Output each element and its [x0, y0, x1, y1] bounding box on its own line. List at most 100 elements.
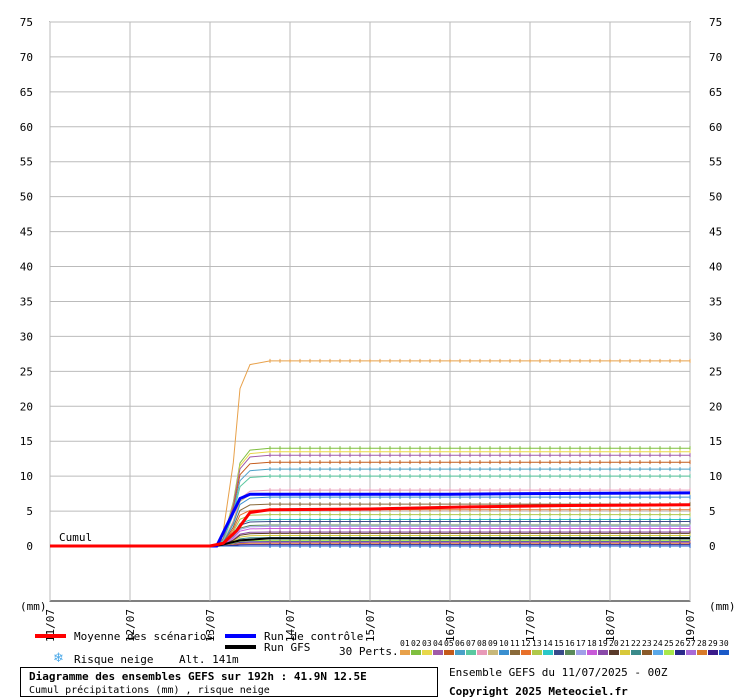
copyright: Copyright 2025 Meteociel.fr	[449, 685, 628, 698]
y-tick-label-left: 0	[26, 540, 33, 553]
pert-swatch	[598, 650, 608, 655]
y-tick-label-left: 5	[26, 505, 33, 518]
pert-swatch	[477, 650, 487, 655]
chart-title-box: Diagramme des ensembles GEFS sur 192h : …	[20, 667, 438, 697]
pert-number: 15	[554, 639, 564, 648]
y-tick-label-right: 35	[709, 295, 722, 308]
pert-number: 29	[708, 639, 718, 648]
pert-number: 17	[576, 639, 586, 648]
y-tick-label-right: 55	[709, 156, 722, 169]
y-tick-label-right: 75	[709, 16, 722, 29]
x-tick-label: 16/07	[444, 609, 457, 642]
pert-number: 20	[609, 639, 619, 648]
pert-swatch	[675, 650, 685, 655]
pert-number: 10	[499, 639, 509, 648]
pert-swatch	[411, 650, 421, 655]
pert-number: 05	[444, 639, 454, 648]
pert-number: 27	[686, 639, 696, 648]
pert-number: 19	[598, 639, 608, 648]
pert-swatch	[466, 650, 476, 655]
y-tick-label-right: 40	[709, 261, 722, 274]
pert-swatch	[532, 650, 542, 655]
x-tick-label: 15/07	[364, 609, 377, 642]
pert-number: 11	[510, 639, 520, 648]
pert-swatch	[510, 650, 520, 655]
y-tick-label-left: 35	[20, 295, 33, 308]
ensemble-chart: 051015202530354045505560657075 051015202…	[20, 16, 736, 666]
pert-swatch	[488, 650, 498, 655]
snowflake-icon: ❄	[53, 651, 64, 666]
pert-number: 04	[433, 639, 443, 648]
y-tick-label-left: 30	[20, 330, 33, 343]
y-tick-label-right: 50	[709, 191, 722, 204]
x-tick-label: 18/07	[604, 609, 617, 642]
y-tick-label-right: 45	[709, 226, 722, 239]
y-tick-label-left: 15	[20, 435, 33, 448]
pert-swatch	[686, 650, 696, 655]
y-tick-label-left: 20	[20, 400, 33, 413]
y-tick-label-left: 55	[20, 156, 33, 169]
run-info: Ensemble GEFS du 11/07/2025 - 00Z	[449, 666, 668, 679]
y-tick-label-right: 70	[709, 51, 722, 64]
pert-swatch	[444, 650, 454, 655]
pert-swatch	[422, 650, 432, 655]
pert-number: 28	[697, 639, 707, 648]
pert-number: 07	[466, 639, 476, 648]
pert-number: 09	[488, 639, 498, 648]
pert-number: 25	[664, 639, 674, 648]
ylabel-right: (mm)	[709, 600, 736, 613]
pert-number: 13	[532, 639, 542, 648]
pert-number: 30	[719, 639, 729, 648]
y-axis-left: 0 5 10 15 20 25 30 35 40 45 50 55 60 65 70 75	[20, 16, 33, 553]
pert-number: 03	[422, 639, 432, 648]
pert-number: 08	[477, 639, 487, 648]
legend-mean-label: Moyenne des scénarios	[74, 630, 213, 643]
x-tick-label: 17/07	[524, 609, 537, 642]
pert-swatch	[719, 650, 729, 655]
y-tick-label-right: 5	[709, 505, 716, 518]
pert-number: 23	[642, 639, 652, 648]
y-tick-label-right: 0	[709, 540, 716, 553]
pert-swatch	[554, 650, 564, 655]
pert-number: 14	[543, 639, 553, 648]
pert-swatch	[620, 650, 630, 655]
pert-swatch	[708, 650, 718, 655]
y-tick-label-left: 10	[20, 470, 33, 483]
y-tick-label-right: 20	[709, 400, 722, 413]
series-label: Cumul	[59, 531, 92, 544]
pert-swatch	[664, 650, 674, 655]
y-tick-label-left: 25	[20, 365, 33, 378]
y-tick-label-left: 75	[20, 16, 33, 29]
pert-number: 24	[653, 639, 663, 648]
chart-title: Diagramme des ensembles GEFS sur 192h : …	[29, 670, 367, 683]
y-tick-label-left: 45	[20, 226, 33, 239]
y-tick-label-right: 65	[709, 86, 722, 99]
perts-label: 30 Perts.	[339, 645, 399, 658]
pert-swatch	[609, 650, 619, 655]
y-tick-label-left: 40	[20, 261, 33, 274]
pert-swatch	[587, 650, 597, 655]
y-tick-label-right: 60	[709, 121, 722, 134]
legend-snow-label: Risque neige	[74, 653, 153, 666]
pert-number: 12	[521, 639, 531, 648]
pert-swatch	[400, 650, 410, 655]
pert-swatch	[543, 650, 553, 655]
perturbation-legend: 01 02 03 04 05 06 07 08 09 10 11 12 13 14 15 16 17 18 19 20…	[400, 639, 729, 655]
pert-swatch	[631, 650, 641, 655]
y-tick-label-right: 15	[709, 435, 722, 448]
pert-swatch	[576, 650, 586, 655]
pert-number: 21	[620, 639, 630, 648]
pert-number: 26	[675, 639, 685, 648]
pert-number: 06	[455, 639, 465, 648]
pert-number: 22	[631, 639, 641, 648]
pert-swatch	[653, 650, 663, 655]
x-tick-label: 19/07	[684, 609, 697, 642]
pert-swatch	[455, 650, 465, 655]
altitude-label: Alt. 141m	[179, 653, 239, 666]
y-tick-label-right: 10	[709, 470, 722, 483]
pert-number: 02	[411, 639, 421, 648]
pert-swatch	[565, 650, 575, 655]
pert-swatch	[697, 650, 707, 655]
y-tick-label-left: 60	[20, 121, 33, 134]
y-tick-label-left: 65	[20, 86, 33, 99]
